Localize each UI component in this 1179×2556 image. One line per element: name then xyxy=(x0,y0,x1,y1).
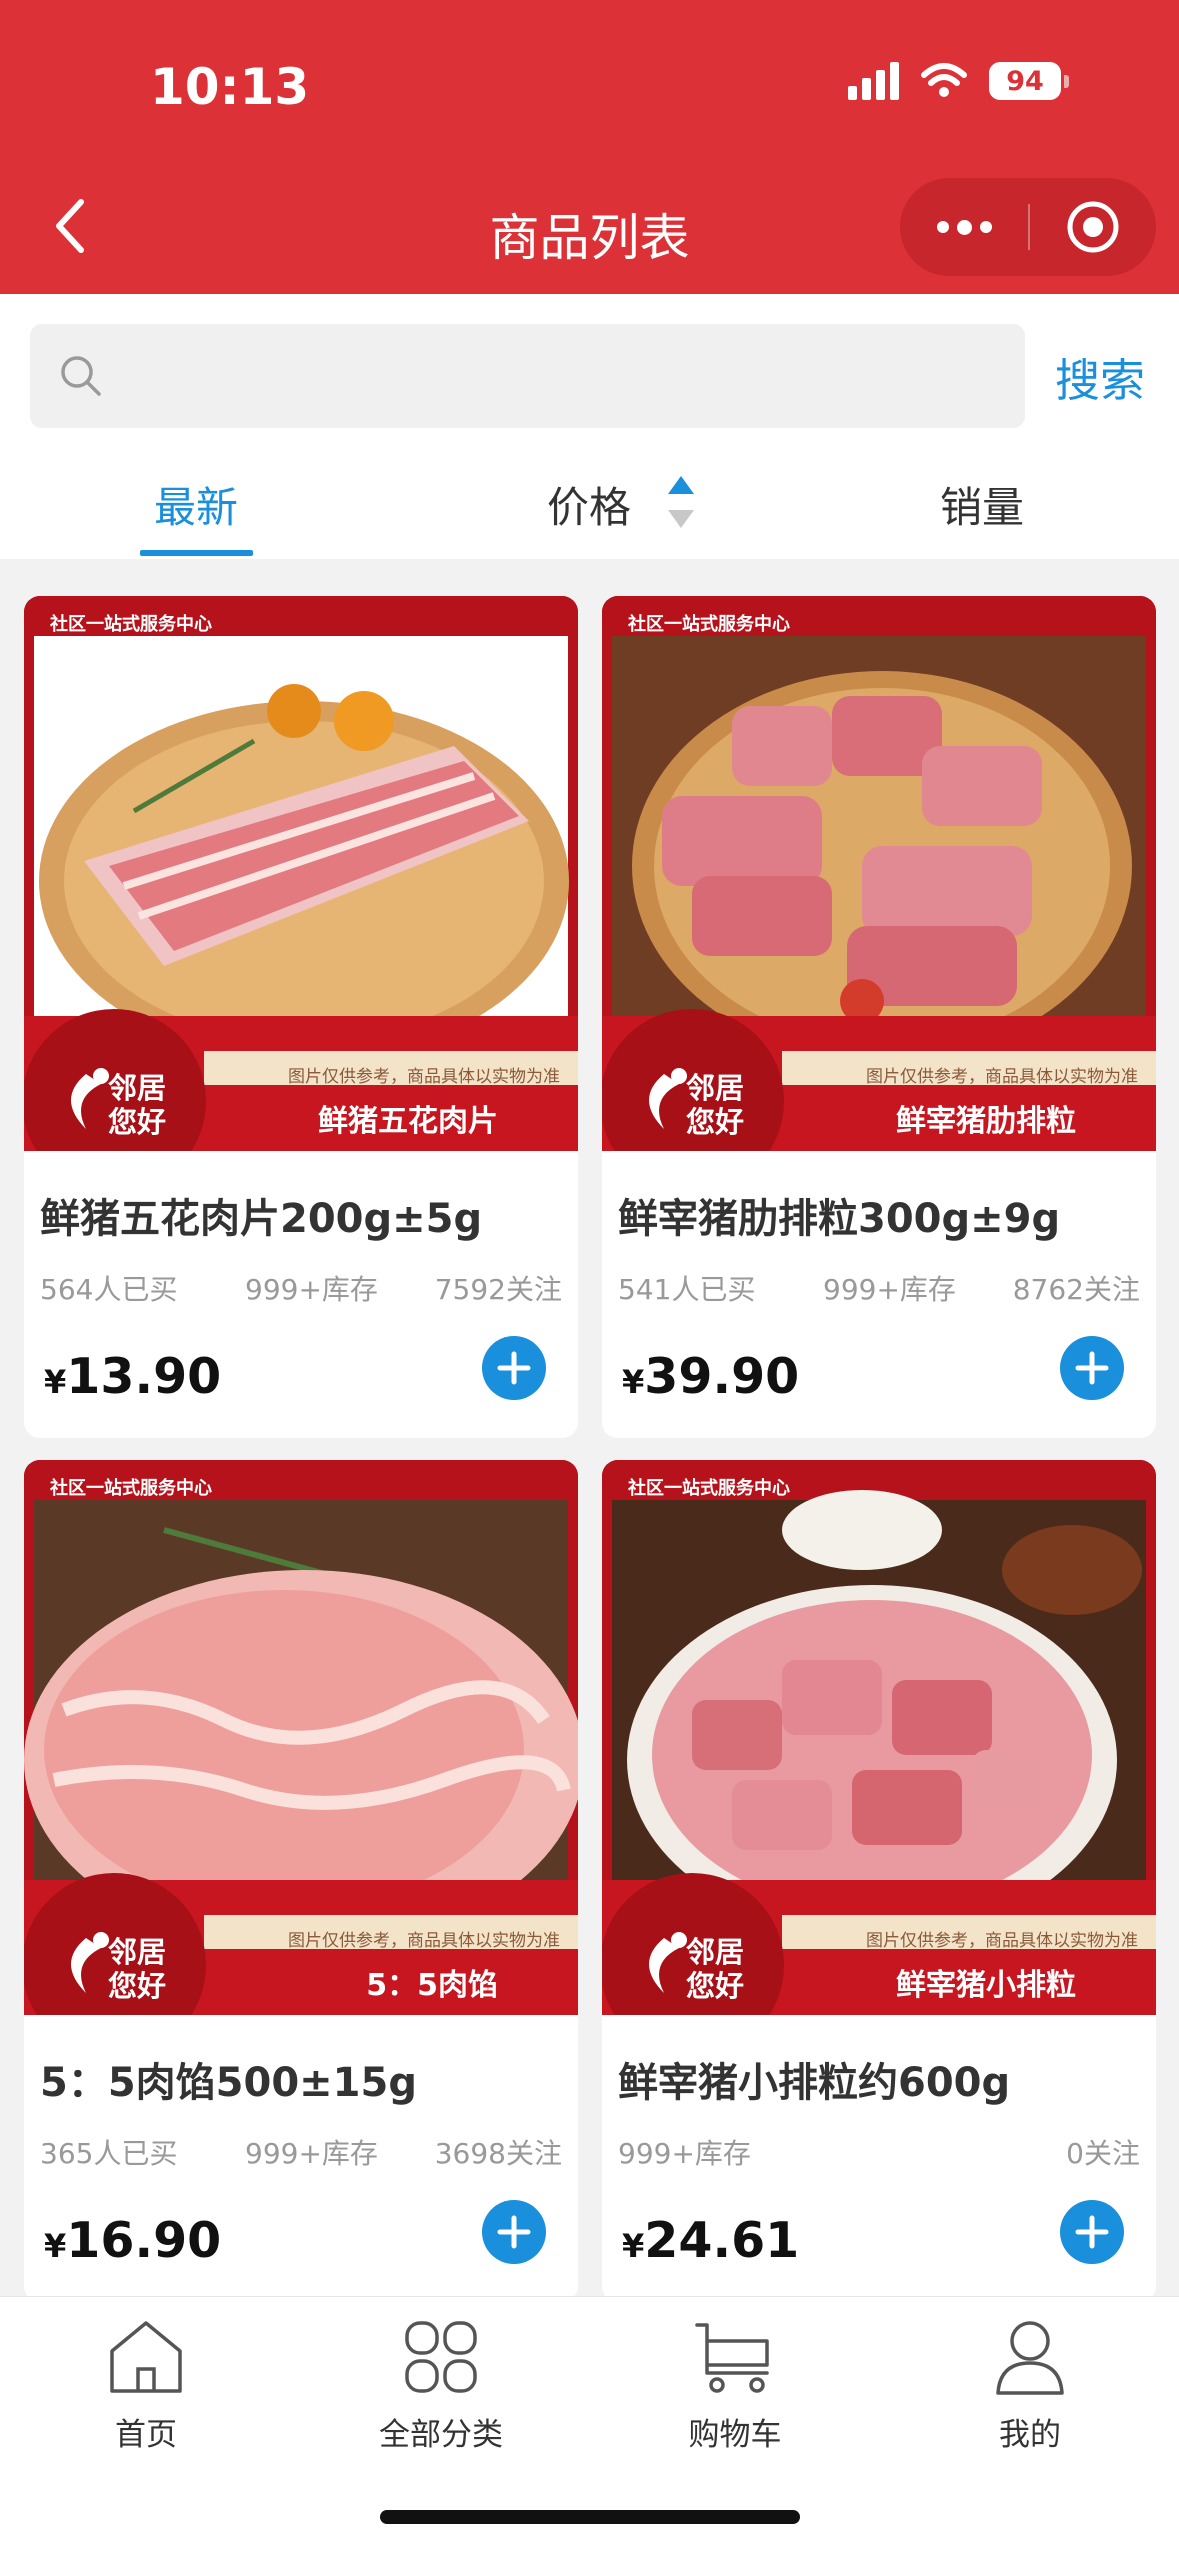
tab-profile-label: 我的 xyxy=(999,2417,1061,2453)
stock-count: 999+库存 xyxy=(245,2137,378,2170)
home-icon xyxy=(110,2321,182,2393)
search-button[interactable]: 搜索 xyxy=(1055,344,1145,409)
product-card[interactable]: 社区一站式服务中心 图片仅供参考，商品具体以实物为准 邻居 您好 5：5肉馅 5… xyxy=(24,1460,578,2302)
battery-level: 94 xyxy=(989,62,1061,100)
image-note: 图片仅供参考，商品具体以实物为准 xyxy=(288,1067,560,1087)
battery-icon: 94 xyxy=(989,62,1069,100)
image-badge: 社区一站式服务中心 xyxy=(50,1478,212,1499)
stock-count: 999+库存 xyxy=(618,2137,751,2170)
tab-cart-label: 购物车 xyxy=(688,2417,782,2453)
bought-count: 541人已买 xyxy=(618,1273,756,1306)
tab-category[interactable]: 全部分类 xyxy=(341,2317,541,2454)
sort-arrows-icon[interactable] xyxy=(665,474,697,530)
follow-count: 3698关注 xyxy=(434,2137,562,2170)
tab-sales[interactable]: 销量 xyxy=(940,474,1024,535)
cart-icon xyxy=(695,2323,769,2393)
status-time: 10:13 xyxy=(150,58,310,116)
search-box[interactable] xyxy=(30,324,1025,428)
more-dot-icon xyxy=(979,221,992,233)
product-price: ¥16.90 xyxy=(44,2212,222,2269)
image-label: 鲜猪五花肉片 xyxy=(318,1104,498,1139)
stock-count: 999+库存 xyxy=(245,1273,378,1306)
follow-count: 7592关注 xyxy=(434,1273,562,1306)
add-to-cart-button[interactable] xyxy=(1060,1336,1124,1400)
tab-home[interactable]: 首页 xyxy=(46,2317,246,2454)
product-price: ¥13.90 xyxy=(44,1348,222,1405)
tab-profile[interactable]: 我的 xyxy=(930,2317,1130,2454)
stock-count: 999+库存 xyxy=(823,1273,956,1306)
category-icon xyxy=(405,2321,477,2393)
more-dot-icon xyxy=(936,221,949,233)
product-title[interactable]: 鲜猪五花肉片200g±5g xyxy=(40,1186,482,1244)
image-badge: 社区一站式服务中心 xyxy=(50,614,212,635)
product-image[interactable]: 社区一站式服务中心 图片仅供参考，商品具体以实物为准 邻居 您好 鲜宰猪小排粒 xyxy=(602,1460,1156,2015)
search-input[interactable] xyxy=(122,353,1022,399)
add-to-cart-button[interactable] xyxy=(482,2200,546,2264)
close-button[interactable] xyxy=(1030,178,1156,276)
product-image[interactable]: 社区一站式服务中心 图片仅供参考，商品具体以实物为准 邻居 您好 鲜猪五花肉片 xyxy=(24,596,578,1151)
plus-icon xyxy=(1075,2215,1109,2249)
target-close-icon xyxy=(1067,201,1119,253)
brand-text: 邻居 您好 xyxy=(686,1071,745,1139)
tab-price[interactable]: 价格 xyxy=(547,474,631,535)
add-to-cart-button[interactable] xyxy=(1060,2200,1124,2264)
tab-active-indicator xyxy=(140,550,253,556)
plus-icon xyxy=(497,1351,531,1385)
add-to-cart-button[interactable] xyxy=(482,1336,546,1400)
tab-home-label: 首页 xyxy=(115,2417,177,2453)
product-price: ¥39.90 xyxy=(622,1348,800,1405)
follow-count: 8762关注 xyxy=(1012,1273,1140,1306)
plus-icon xyxy=(1075,1351,1109,1385)
header: 10:13 94 商品列表 xyxy=(0,0,1179,294)
tab-cart[interactable]: 购物车 xyxy=(635,2317,835,2454)
search-icon xyxy=(61,356,101,396)
product-title[interactable]: 鲜宰猪肋排粒300g±9g xyxy=(618,1186,1060,1244)
profile-icon xyxy=(996,2321,1064,2395)
image-label: 鲜宰猪肋排粒 xyxy=(896,1104,1076,1139)
sort-tabs: 最新 价格 销量 xyxy=(0,434,1179,559)
more-button[interactable] xyxy=(900,178,1028,276)
home-indicator[interactable] xyxy=(380,2510,800,2524)
product-title[interactable]: 鲜宰猪小排粒约600g xyxy=(618,2050,1010,2108)
brand-text: 邻居 您好 xyxy=(686,1935,745,2003)
image-badge: 社区一站式服务中心 xyxy=(628,1478,790,1499)
cellular-signal-icon xyxy=(848,62,899,100)
follow-count: 0关注 xyxy=(1066,2137,1140,2170)
product-card[interactable]: 社区一站式服务中心 图片仅供参考，商品具体以实物为准 邻居 您好 鲜猪五花肉片 … xyxy=(24,596,578,1438)
image-label: 5：5肉馅 xyxy=(366,1968,498,2003)
image-note: 图片仅供参考，商品具体以实物为准 xyxy=(866,1067,1138,1087)
product-image[interactable]: 社区一站式服务中心 图片仅供参考，商品具体以实物为准 邻居 您好 5：5肉馅 xyxy=(24,1460,578,2015)
image-label: 鲜宰猪小排粒 xyxy=(896,1968,1076,2003)
image-badge: 社区一站式服务中心 xyxy=(628,614,790,635)
product-image[interactable]: 社区一站式服务中心 图片仅供参考，商品具体以实物为准 邻居 您好 鲜宰猪肋排粒 xyxy=(602,596,1156,1151)
product-card[interactable]: 社区一站式服务中心 图片仅供参考，商品具体以实物为准 邻居 您好 鲜宰猪小排粒 … xyxy=(602,1460,1156,2302)
status-icons: 94 xyxy=(848,62,1069,100)
tab-category-label: 全部分类 xyxy=(379,2417,503,2453)
brand-text: 邻居 您好 xyxy=(108,1935,167,2003)
search-bar: 搜索 xyxy=(0,294,1179,434)
mini-program-capsule xyxy=(900,178,1156,276)
wifi-icon xyxy=(921,63,967,97)
image-note: 图片仅供参考，商品具体以实物为准 xyxy=(288,1931,560,1951)
image-note: 图片仅供参考，商品具体以实物为准 xyxy=(866,1931,1138,1951)
product-card[interactable]: 社区一站式服务中心 图片仅供参考，商品具体以实物为准 邻居 您好 鲜宰猪肋排粒 … xyxy=(602,596,1156,1438)
product-price: ¥24.61 xyxy=(622,2212,800,2269)
plus-icon xyxy=(497,2215,531,2249)
bought-count: 564人已买 xyxy=(40,1273,178,1306)
bought-count: 365人已买 xyxy=(40,2137,178,2170)
brand-text: 邻居 您好 xyxy=(108,1071,167,1139)
more-dot-icon xyxy=(956,219,972,235)
tab-latest[interactable]: 最新 xyxy=(154,474,238,535)
product-title[interactable]: 5：5肉馅500±15g xyxy=(40,2050,417,2108)
